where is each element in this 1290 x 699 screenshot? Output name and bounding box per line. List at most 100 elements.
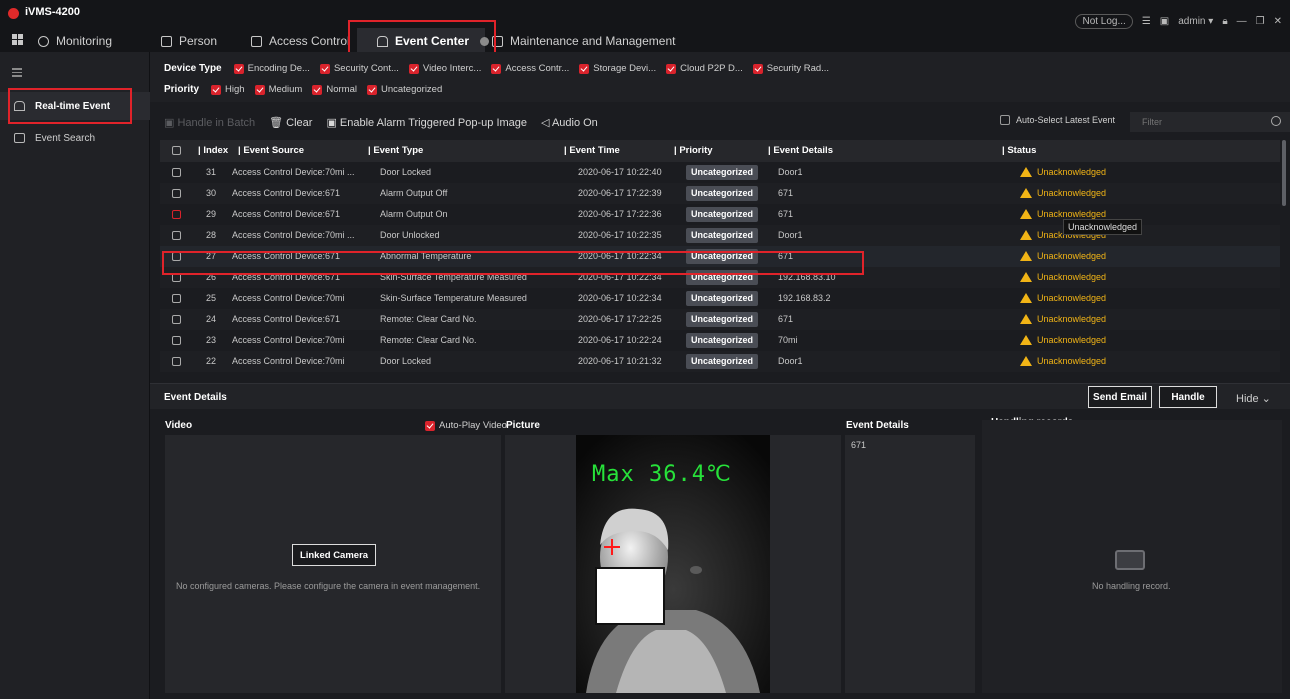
checkbox-label: Storage Devi... <box>593 63 657 74</box>
app-title: iVMS-4200 <box>25 6 81 18</box>
cell-source: Access Control Device:70mi ... <box>232 167 355 177</box>
warning-icon <box>1020 271 1032 282</box>
tab-maintenance[interactable]: Maintenance and Management <box>492 32 675 50</box>
list-menu-icon[interactable]: ☰ <box>1142 16 1151 27</box>
tab-label: Person <box>179 34 218 48</box>
status-text: Unacknowledged <box>1037 356 1107 366</box>
device-type-checkbox[interactable]: Cloud P2P D... <box>666 63 743 74</box>
filter-input[interactable] <box>1130 112 1290 132</box>
cell-type: Remote: Clear Card No. <box>380 335 477 345</box>
cell-type: Remote: Clear Card No. <box>380 314 477 324</box>
restore-icon[interactable]: ❐ <box>1256 16 1265 27</box>
close-icon[interactable]: ✕ <box>1274 16 1282 27</box>
column-header[interactable]: | Index <box>198 140 228 162</box>
column-header[interactable]: | Event Details <box>768 140 833 162</box>
header-text: Event Time <box>569 145 620 156</box>
no-camera-message: No configured cameras. Please configure … <box>176 581 481 591</box>
column-header[interactable]: | Event Type <box>368 140 423 162</box>
column-header[interactable]: | Status <box>1002 140 1036 162</box>
enable-popup-button[interactable]: ▣ Enable Alarm Triggered Pop-up Image <box>326 116 527 129</box>
cell-index: 31 <box>206 167 217 177</box>
cell-priority: Uncategorized <box>686 288 759 309</box>
table-header: | Index | Event Source | Event Type | Ev… <box>160 140 1280 162</box>
app-window: iVMS-4200 Monitoring Person Access Contr… <box>0 0 1290 699</box>
cell-index: 29 <box>206 209 217 219</box>
table-row[interactable]: 30 Access Control Device:671 Alarm Output … <box>160 183 1280 204</box>
monitoring-icon <box>38 35 49 47</box>
cell-type: Skin-Surface Temperature Measured <box>380 293 527 303</box>
cell-index: 25 <box>206 293 217 303</box>
tab-person[interactable]: Person <box>161 32 217 50</box>
cell-details: 192.168.83.2 <box>778 293 831 303</box>
priority-checkbox[interactable]: High <box>211 84 245 95</box>
table-row[interactable]: 31 Access Control Device:70mi ... Door Loc… <box>160 162 1280 183</box>
highlight-box-row <box>162 251 864 275</box>
status-text: Unacknowledged <box>1037 314 1107 324</box>
status-text: Unacknowledged <box>1037 209 1107 219</box>
row-checkbox[interactable] <box>172 204 181 225</box>
picture-icon[interactable]: ▣ <box>1160 16 1169 27</box>
device-type-checkbox[interactable]: Encoding De... <box>233 63 310 74</box>
hide-button[interactable]: Hide ⌄ <box>1236 392 1271 405</box>
cell-time: 2020-06-17 10:21:32 <box>578 356 662 366</box>
linked-camera-button[interactable]: Linked Camera <box>292 544 376 566</box>
row-checkbox[interactable] <box>172 183 181 204</box>
row-checkbox[interactable] <box>172 288 181 309</box>
table-row[interactable]: 22 Access Control Device:70mi Door Locked 2… <box>160 351 1280 372</box>
row-checkbox[interactable] <box>172 330 181 351</box>
warning-icon <box>1020 250 1032 261</box>
table-row[interactable]: 24 Access Control Device:671 Remote: Clear… <box>160 309 1280 330</box>
row-checkbox[interactable] <box>172 225 181 246</box>
tab-monitoring[interactable]: Monitoring <box>38 32 112 50</box>
sidebar-item-event-search[interactable]: Event Search <box>0 124 150 152</box>
audio-on-button[interactable]: ◁ Audio On <box>541 116 598 129</box>
handle-button[interactable]: Handle <box>1159 386 1217 408</box>
collapse-menu-icon[interactable] <box>12 68 22 79</box>
table-scrollbar[interactable] <box>1282 140 1286 206</box>
search-icon[interactable] <box>1271 116 1281 126</box>
priority-filter-row: Priority High Medium Normal Uncategorize… <box>164 84 442 95</box>
cell-type: Alarm Output Off <box>380 188 448 198</box>
user-menu[interactable]: admin ▾ <box>1178 16 1213 27</box>
autoplay-checkbox[interactable]: Auto-Play Video <box>425 420 507 431</box>
lock-icon[interactable]: 🔒︎ <box>1222 16 1227 27</box>
column-header[interactable]: | Event Time <box>564 140 620 162</box>
status-text: Unacknowledged <box>1037 272 1107 282</box>
cell-time: 2020-06-17 10:22:40 <box>578 167 662 177</box>
priority-checkbox[interactable]: Normal <box>312 84 357 95</box>
table-row[interactable]: 25 Access Control Device:70mi Skin-Surface… <box>160 288 1280 309</box>
cell-type: Door Unlocked <box>380 230 440 240</box>
checkbox-label: Encoding De... <box>247 63 310 74</box>
priority-badge: Uncategorized <box>686 291 759 306</box>
device-type-checkbox[interactable]: Access Contr... <box>491 63 569 74</box>
table-row[interactable]: 23 Access Control Device:70mi Remote: Clea… <box>160 330 1280 351</box>
send-email-button[interactable]: Send Email <box>1088 386 1152 408</box>
row-checkbox[interactable] <box>172 162 181 183</box>
device-type-checkbox[interactable]: Storage Devi... <box>579 63 656 74</box>
clear-button[interactable]: 🗑︎ Clear <box>269 116 312 129</box>
cell-time: 2020-06-17 17:22:36 <box>578 209 662 219</box>
priority-checkbox[interactable]: Uncategorized <box>366 84 442 95</box>
cell-status: Unacknowledged <box>1020 288 1106 309</box>
cell-time: 2020-06-17 17:22:25 <box>578 314 662 324</box>
cell-source: Access Control Device:671 <box>232 188 341 198</box>
handle-in-batch-button[interactable]: ▣ Handle in Batch <box>164 116 255 129</box>
minimize-icon[interactable]: — <box>1237 16 1247 27</box>
cell-status: Unacknowledged <box>1020 330 1106 351</box>
auto-select-checkbox[interactable]: Auto-Select Latest Event <box>1000 115 1115 125</box>
device-type-checkbox[interactable]: Security Rad... <box>752 63 829 74</box>
cloud-login-status[interactable]: Not Log... <box>1075 14 1133 29</box>
tab-access-control[interactable]: Access Control <box>251 32 350 50</box>
cell-status: Unacknowledged <box>1020 183 1106 204</box>
column-header[interactable]: | Priority <box>674 140 713 162</box>
device-type-checkbox[interactable]: Video Interc... <box>408 63 481 74</box>
checkbox-label: Auto-Select Latest Event <box>1016 115 1116 125</box>
row-checkbox[interactable] <box>172 351 181 372</box>
cell-priority: Uncategorized <box>686 162 759 183</box>
device-type-checkbox[interactable]: Security Cont... <box>319 63 399 74</box>
priority-checkbox[interactable]: Medium <box>254 84 302 95</box>
select-all-checkbox[interactable] <box>172 140 181 162</box>
module-grid-icon[interactable] <box>12 34 23 45</box>
column-header[interactable]: | Event Source <box>238 140 304 162</box>
row-checkbox[interactable] <box>172 309 181 330</box>
